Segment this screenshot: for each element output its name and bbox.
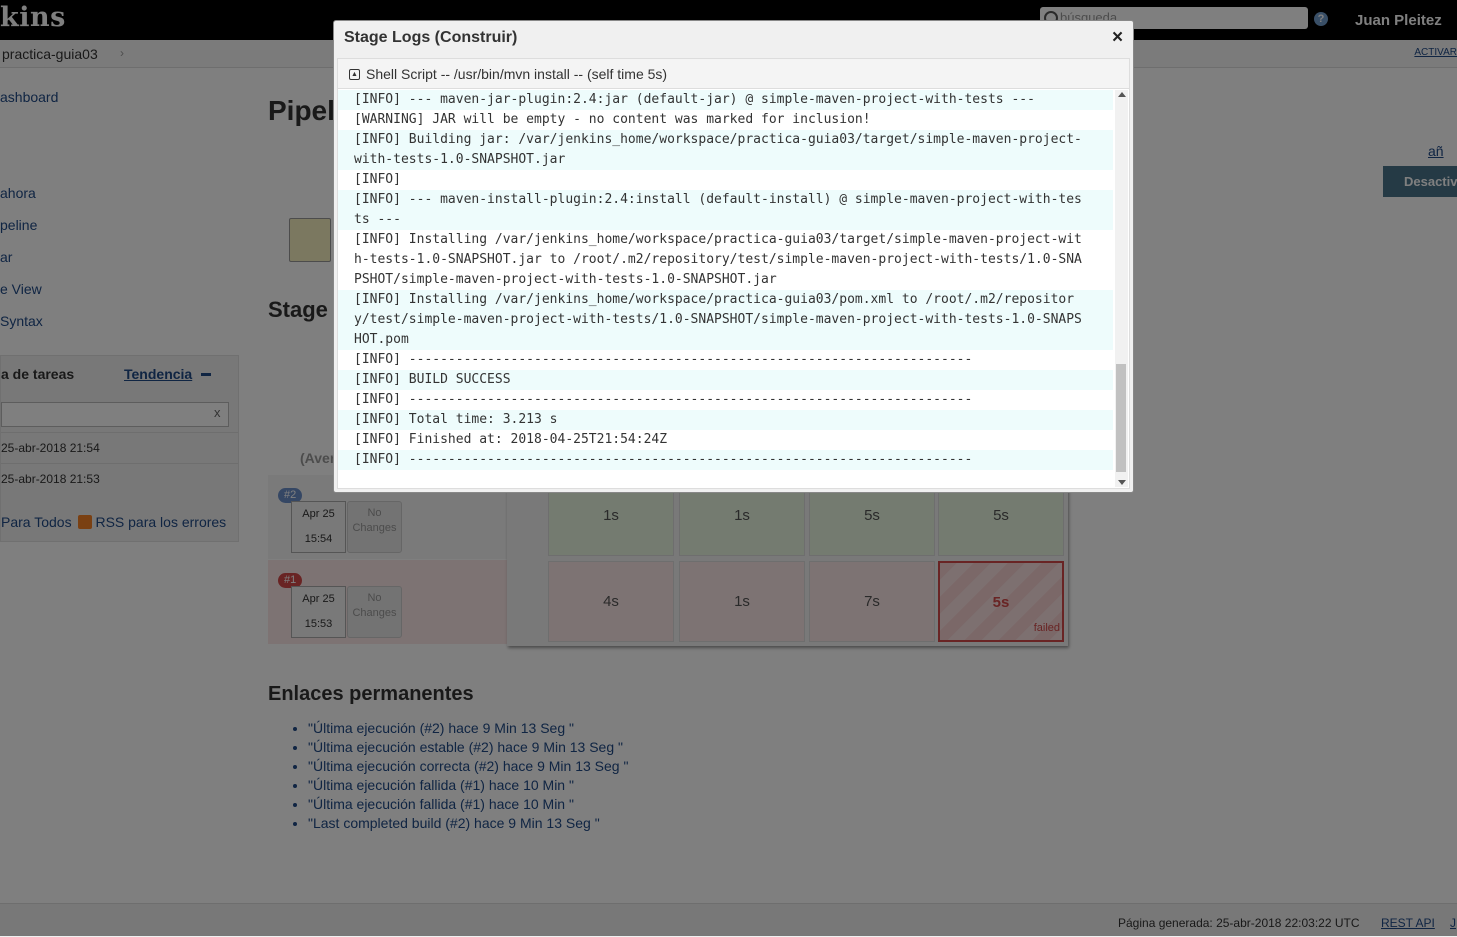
log-line: ts ---	[338, 210, 1113, 230]
dialog-title: Stage Logs (Construir)	[344, 29, 518, 46]
log-step-title[interactable]: Shell Script -- /usr/bin/mvn install -- …	[366, 66, 667, 82]
log-scrollbar[interactable]	[1115, 90, 1128, 487]
collapse-icon[interactable]: ▲	[349, 69, 360, 80]
log-line: [INFO] ---------------------------------…	[338, 350, 1113, 370]
log-line: h-tests-1.0-SNAPSHOT.jar to /root/.m2/re…	[338, 250, 1113, 270]
log-line: [INFO] Building jar: /var/jenkins_home/w…	[338, 130, 1113, 150]
log-line: [INFO] Total time: 3.213 s	[338, 410, 1113, 430]
log-line: [INFO] ---------------------------------…	[338, 390, 1113, 410]
log-step-header[interactable]: ▲ Shell Script -- /usr/bin/mvn install -…	[338, 59, 1129, 89]
log-line: [INFO] --- maven-install-plugin:2.4:inst…	[338, 190, 1113, 210]
scrollbar-thumb[interactable]	[1116, 364, 1126, 472]
log-line: with-tests-1.0-SNAPSHOT.jar	[338, 150, 1113, 170]
log-line: [INFO] ---------------------------------…	[338, 450, 1113, 470]
scroll-down-icon[interactable]	[1118, 480, 1126, 485]
log-line: [WARNING] JAR will be empty - no content…	[338, 110, 1113, 130]
log-line: HOT.pom	[338, 330, 1113, 350]
log-output[interactable]: [INFO] --- maven-jar-plugin:2.4:jar (def…	[338, 90, 1113, 487]
log-line: [INFO]	[338, 170, 1113, 190]
log-line: [INFO] --- maven-jar-plugin:2.4:jar (def…	[338, 90, 1113, 110]
log-line: PSHOT/simple-maven-project-with-tests-1.…	[338, 270, 1113, 290]
log-line: y/test/simple-maven-project-with-tests/1…	[338, 310, 1113, 330]
log-line: [INFO] Installing /var/jenkins_home/work…	[338, 230, 1113, 250]
log-line: [INFO] BUILD SUCCESS	[338, 370, 1113, 390]
scroll-up-icon[interactable]	[1118, 92, 1126, 97]
dialog-body: ▲ Shell Script -- /usr/bin/mvn install -…	[337, 58, 1130, 489]
log-line: [INFO] Finished at: 2018-04-25T21:54:24Z	[338, 430, 1113, 450]
stage-logs-dialog: Stage Logs (Construir) × ▲ Shell Script …	[333, 20, 1134, 493]
close-icon[interactable]: ×	[1112, 27, 1123, 49]
log-line: [INFO] Installing /var/jenkins_home/work…	[338, 290, 1113, 310]
